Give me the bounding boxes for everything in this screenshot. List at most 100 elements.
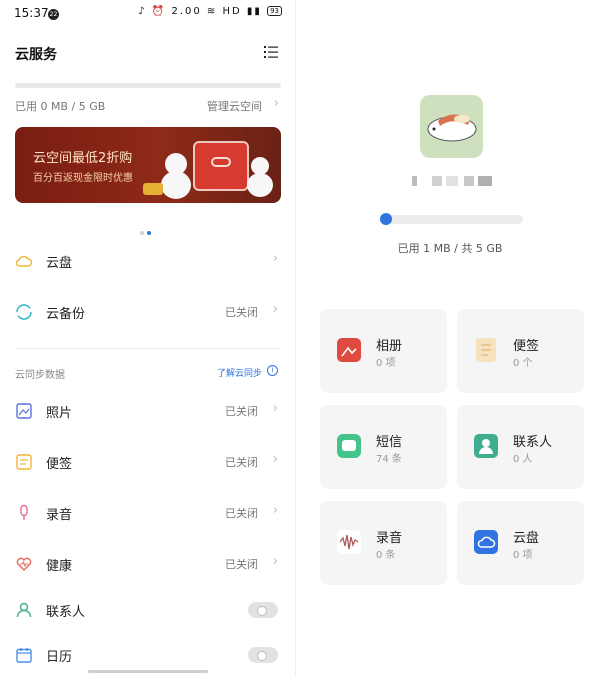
sync-item-notes[interactable]: 便签 已关闭 › <box>0 444 296 480</box>
card-name: 相册 <box>376 339 403 354</box>
card-contacts[interactable]: 联系人 0 人 <box>457 405 584 489</box>
calendar-toggle[interactable] <box>248 647 278 663</box>
chevron-right-icon: › <box>272 503 278 518</box>
card-count: 74 条 <box>376 454 402 465</box>
redaction-block <box>432 176 442 186</box>
avatar[interactable] <box>420 95 483 158</box>
learn-sync-link[interactable]: 了解云同步 <box>217 366 262 379</box>
card-count: 0 项 <box>376 358 396 369</box>
cloud-service-page: 15:37 22 ♪ ⏰ 2.00 ≋ HD ▮▮ 93 云服务 已用 0 MB… <box>0 0 296 677</box>
sync-item-calendar[interactable]: 日历 <box>0 637 296 673</box>
status-indicator-icons: ♪ ⏰ 2.00 ≋ HD ▮▮ <box>138 6 262 17</box>
chevron-right-icon: › <box>272 401 278 416</box>
card-cloud-drive[interactable]: 云盘 0 项 <box>457 501 584 585</box>
row-status: 已关闭 <box>225 405 258 418</box>
row-label: 联系人 <box>46 605 86 620</box>
row-status: 已关闭 <box>225 456 258 469</box>
info-icon[interactable]: i <box>267 365 278 376</box>
section-divider <box>15 348 281 349</box>
banner-subtitle: 百分百返现金限时优惠 <box>33 173 133 184</box>
page-title: 云服务 <box>15 47 57 63</box>
rabbit-illustration <box>427 114 477 142</box>
manage-storage-link[interactable]: 管理云空间 <box>207 98 262 114</box>
card-name: 云盘 <box>513 531 540 546</box>
storage-progress-bar <box>15 83 281 88</box>
card-count: 0 人 <box>513 454 533 465</box>
status-icons: ♪ ⏰ 2.00 ≋ HD ▮▮ 93 <box>138 6 282 17</box>
row-status: 已关闭 <box>225 306 258 319</box>
storage-progress-bar <box>380 215 523 224</box>
sync-item-recordings[interactable]: 录音 已关闭 › <box>0 495 296 531</box>
redaction-block <box>412 176 417 186</box>
snowman-body <box>161 171 191 199</box>
redaction-block <box>478 176 492 186</box>
storage-progress-fill <box>380 213 392 225</box>
redaction-block <box>446 176 458 186</box>
infinity-icon <box>211 157 231 167</box>
coin-icon <box>143 183 163 195</box>
card-count: 0 个 <box>513 358 533 369</box>
note-icon <box>16 454 32 470</box>
status-bar: 15:37 22 ♪ ⏰ 2.00 ≋ HD ▮▮ 93 <box>0 0 296 28</box>
promo-banner[interactable]: 云空间最低2折购 百分百返现金限时优惠 <box>15 127 281 203</box>
sync-icon <box>16 304 32 320</box>
carousel-dot-active <box>147 231 151 235</box>
chevron-right-icon: › <box>272 302 278 317</box>
card-count: 0 条 <box>376 550 396 561</box>
username-redacted <box>412 176 498 188</box>
status-time: 15:37 <box>14 6 49 20</box>
card-count: 0 项 <box>513 550 533 561</box>
card-messages[interactable]: 短信 74 条 <box>320 405 447 489</box>
contact-icon <box>474 434 498 458</box>
chevron-right-icon: › <box>272 251 278 266</box>
banner-title: 云空间最低2折购 <box>33 151 133 166</box>
chevron-right-icon: › <box>272 452 278 467</box>
row-status: 已关闭 <box>225 558 258 571</box>
cloud-drive-row[interactable]: 云盘 › <box>0 243 296 279</box>
photo-icon <box>16 403 32 419</box>
contact-icon <box>16 602 32 618</box>
sync-item-contacts[interactable]: 联系人 <box>0 592 296 628</box>
card-album[interactable]: 相册 0 项 <box>320 309 447 393</box>
row-label: 录音 <box>46 508 73 523</box>
cloud-backup-row[interactable]: 云备份 已关闭 › <box>0 294 296 330</box>
album-icon <box>337 338 361 362</box>
snowman-body <box>247 173 273 197</box>
contacts-toggle[interactable] <box>248 602 278 618</box>
cloud-overview-panel: 已用 1 MB / 共 5 GB 相册 0 项 便签 0 个 短信 74 条 联… <box>300 0 600 677</box>
list-menu-icon[interactable] <box>263 44 279 60</box>
battery-icon: 93 <box>267 6 282 16</box>
card-name: 便签 <box>513 339 540 354</box>
carousel-dot <box>140 231 144 235</box>
notification-badge: 22 <box>48 9 59 20</box>
carousel-indicator <box>140 220 154 239</box>
note-icon <box>476 338 496 362</box>
cloud-icon <box>15 255 33 267</box>
cloud-drive-icon <box>474 530 498 554</box>
row-status: 已关闭 <box>225 507 258 520</box>
card-name: 录音 <box>376 531 403 546</box>
row-label: 日历 <box>46 650 73 665</box>
chevron-right-icon: › <box>272 554 278 569</box>
redaction-block <box>464 176 474 186</box>
card-notes[interactable]: 便签 0 个 <box>457 309 584 393</box>
storage-usage-text: 已用 0 MB / 5 GB <box>15 100 106 113</box>
chevron-right-icon: › <box>273 96 279 111</box>
home-indicator <box>88 670 208 673</box>
card-recordings[interactable]: 录音 0 条 <box>320 501 447 585</box>
row-label: 便签 <box>46 457 73 472</box>
message-icon <box>337 434 361 458</box>
card-name: 短信 <box>376 435 403 450</box>
storage-usage-text: 已用 1 MB / 共 5 GB <box>397 242 503 255</box>
row-label: 云盘 <box>46 256 73 271</box>
recording-icon <box>337 530 361 554</box>
microphone-icon <box>20 504 28 520</box>
section-title: 云同步数据 <box>15 370 65 381</box>
row-label: 照片 <box>46 406 73 421</box>
row-label: 云备份 <box>46 307 86 322</box>
row-label: 健康 <box>46 559 73 574</box>
sync-item-health[interactable]: 健康 已关闭 › <box>0 546 296 582</box>
sync-item-photos[interactable]: 照片 已关闭 › <box>0 393 296 429</box>
health-heart-icon <box>16 557 32 571</box>
card-name: 联系人 <box>513 435 553 450</box>
